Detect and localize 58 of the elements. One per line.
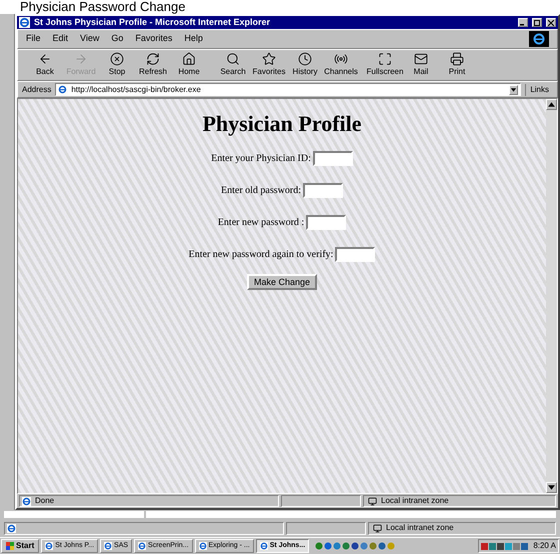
menu-item[interactable]: Go (111, 32, 124, 46)
minimize-button[interactable] (518, 18, 528, 27)
scroll-up-icon[interactable] (546, 99, 557, 110)
toolbar-button[interactable]: Refresh (138, 52, 168, 78)
scroll-down-icon[interactable] (546, 482, 557, 493)
globe-logo-icon (533, 33, 545, 45)
computer-icon (373, 524, 382, 532)
zone-text: Local intranet zone (381, 495, 449, 507)
toolbar-button[interactable]: Favorites (254, 52, 284, 78)
clock: 8:20 A (532, 540, 556, 552)
toolbar-button[interactable]: Print (442, 52, 472, 78)
browser-icon (138, 542, 146, 550)
slide-title: Physician Password Change (19, 0, 186, 14)
start-button[interactable]: Start (1, 539, 40, 553)
browser-icon (198, 542, 207, 550)
address-label: Address (22, 84, 52, 96)
address-field[interactable]: http://localhost/sascgi-bin/broker.exe (55, 83, 522, 96)
browser-icon (22, 496, 31, 506)
field-label: Enter old password: (221, 184, 301, 198)
zone-text: Local intranet zone (386, 522, 454, 534)
close-button[interactable] (546, 18, 556, 27)
windows-logo-icon (6, 542, 14, 550)
field-label: Enter new password again to verify: (188, 248, 334, 262)
menu-item[interactable]: Edit (52, 32, 68, 46)
browser-icon (7, 524, 16, 532)
input-field[interactable] (303, 182, 343, 198)
window-title: St Johns Physician Profile - Microsoft Internet Explorer (34, 16, 272, 29)
toolbar-button[interactable]: History (290, 52, 320, 78)
browser-icon (45, 542, 54, 550)
toolbar-button[interactable]: Search (218, 52, 248, 78)
links-button[interactable]: Links (525, 84, 553, 96)
computer-icon (368, 496, 377, 506)
toolbar-button[interactable]: Channels (326, 52, 356, 78)
dropdown-icon[interactable] (509, 84, 518, 94)
menu-item[interactable]: File (26, 32, 41, 46)
maximize-icon (534, 20, 540, 26)
menu-item[interactable]: View (80, 32, 100, 46)
menu-item[interactable]: Favorites (135, 32, 172, 46)
input-field[interactable] (335, 246, 376, 262)
field-label: Enter your Physician ID: (211, 152, 311, 166)
toolbar-button[interactable]: Mail (406, 52, 436, 78)
toolbar-button[interactable]: Back (30, 52, 60, 78)
text-field[interactable] (146, 511, 556, 518)
field-label: Enter new password : (218, 216, 304, 230)
page-heading: Physician Profile (202, 110, 362, 138)
toolbar-button[interactable]: Home (174, 52, 204, 78)
input-field[interactable] (312, 150, 353, 166)
browser-icon (104, 542, 112, 550)
text-field[interactable] (4, 511, 144, 518)
close-icon (548, 20, 554, 26)
maximize-button[interactable] (532, 18, 542, 27)
toolbar-button[interactable]: Stop (102, 52, 132, 78)
input-field[interactable] (306, 214, 346, 230)
menu-item[interactable]: Help (184, 32, 203, 46)
status-text: Done (35, 495, 54, 507)
browser-icon (260, 542, 268, 550)
browser-icon (58, 85, 68, 94)
make-change-button[interactable]: Make Change (247, 274, 317, 290)
